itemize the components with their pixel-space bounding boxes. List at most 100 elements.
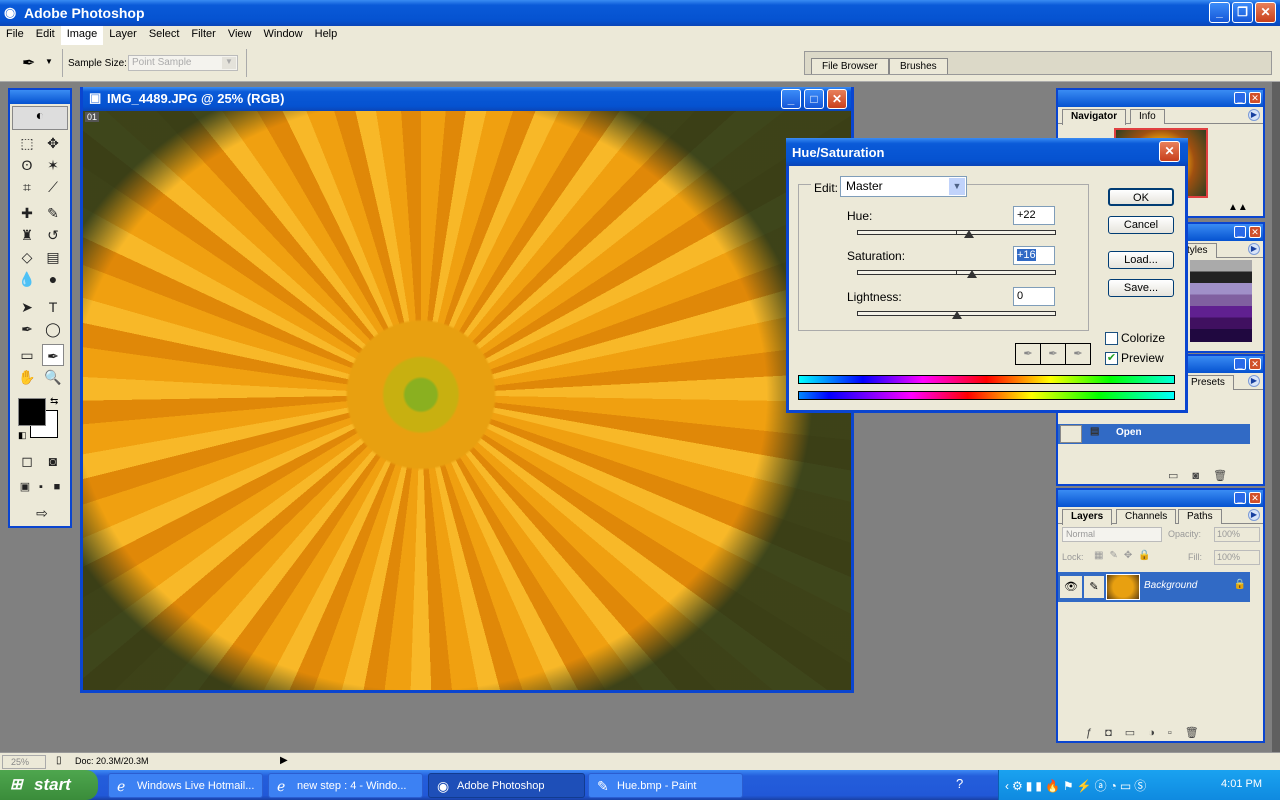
magic-wand-tool-icon[interactable]: ✶ — [42, 154, 64, 176]
edit-select[interactable]: Master ▼ — [840, 176, 967, 197]
panel-menu-button[interactable]: ▶ — [1248, 109, 1260, 121]
ok-button[interactable]: OK — [1108, 188, 1174, 206]
zoom-tool-icon[interactable]: 🔍 — [42, 366, 64, 388]
notes-tool-icon[interactable]: ▭ — [16, 344, 38, 366]
menu-view[interactable]: View — [222, 26, 258, 45]
type-tool-icon[interactable]: T — [42, 296, 64, 318]
pen-tool-icon[interactable]: ✒ — [16, 318, 38, 340]
checkmark-icon[interactable]: ✔ — [1105, 351, 1118, 365]
menu-edit[interactable]: Edit — [30, 26, 61, 45]
lightness-slider[interactable] — [857, 311, 1056, 319]
task-photoshop[interactable]: ◉ Adobe Photoshop — [428, 773, 585, 798]
panel-minimize-button[interactable]: _ — [1234, 492, 1246, 504]
swatch-grid[interactable] — [1190, 260, 1252, 342]
ellipse-tool-icon[interactable]: ◯ — [42, 318, 64, 340]
layer-set-icon[interactable]: ▭ — [1125, 727, 1148, 739]
default-colors-icon[interactable]: ◧ — [18, 430, 27, 441]
lasso-tool-icon[interactable]: ʘ — [16, 154, 38, 176]
clone-stamp-tool-icon[interactable]: ♜ — [16, 224, 38, 246]
zoom-field[interactable]: 25% — [2, 755, 46, 769]
history-brush-tool-icon[interactable]: ↺ — [42, 224, 64, 246]
menu-filter[interactable]: Filter — [185, 26, 221, 45]
adobe-online-icon[interactable]: ◐ — [12, 106, 68, 130]
lock-icons[interactable]: ▦✎✥🔒 — [1094, 550, 1157, 561]
marquee-tool-icon[interactable]: ⬚ — [16, 132, 38, 154]
doc-close-button[interactable]: ✕ — [827, 89, 847, 109]
opacity-field[interactable]: 100% — [1214, 527, 1260, 542]
saturation-input[interactable]: +16 — [1013, 246, 1055, 265]
panel-minimize-button[interactable]: _ — [1234, 358, 1246, 370]
task-new-step[interactable]: ℯ new step : 4 - Windo... — [268, 773, 423, 798]
tab-channels[interactable]: Channels — [1116, 509, 1177, 524]
eyedropper-tool-icon[interactable]: ✒ — [22, 53, 35, 73]
layer-row-background[interactable]: 👁 ✎ Background 🔒 — [1058, 572, 1250, 602]
dialog-close-button[interactable]: ✕ — [1159, 141, 1180, 162]
saturation-slider-thumb[interactable] — [967, 270, 978, 278]
load-button[interactable]: Load... — [1108, 251, 1174, 269]
menu-image[interactable]: Image — [60, 26, 104, 45]
cancel-button[interactable]: Cancel — [1108, 216, 1174, 234]
doc-maximize-button[interactable]: □ — [804, 89, 824, 109]
panel-menu-button[interactable]: ▶ — [1248, 509, 1260, 521]
layer-style-icon[interactable]: ƒ — [1086, 727, 1105, 739]
panel-close-button[interactable]: ✕ — [1249, 92, 1261, 104]
menu-select[interactable]: Select — [143, 26, 186, 45]
healing-brush-tool-icon[interactable]: ✚ — [16, 202, 38, 224]
new-layer-icon[interactable]: ▫ — [1168, 727, 1185, 739]
tray-icons[interactable]: ‹⚙▮▮🔥⚑⚡ⓐ◔▭Ⓢ — [1005, 777, 1149, 794]
tab-layers[interactable]: Layers — [1062, 509, 1113, 525]
task-hotmail[interactable]: ℯ Windows Live Hotmail... — [108, 773, 263, 798]
lightness-input[interactable]: 0 — [1013, 287, 1055, 306]
colorize-checkbox[interactable]: Colorize — [1105, 331, 1165, 345]
eyedropper-icon[interactable]: ✒ — [1016, 344, 1041, 364]
dodge-tool-icon[interactable]: ● — [42, 268, 64, 290]
zoom-in-icon[interactable]: ▲▲ — [1228, 202, 1248, 213]
sample-size-select[interactable]: Point Sample ▼ — [128, 55, 238, 71]
tool-preset-dropdown[interactable]: ▼ — [45, 57, 53, 66]
foreground-color-swatch[interactable] — [18, 398, 46, 426]
hand-tool-icon[interactable]: ✋ — [16, 366, 38, 388]
help-icon[interactable]: ? — [956, 776, 963, 791]
restore-button[interactable]: ❐ — [1232, 2, 1253, 23]
standard-mode-icon[interactable]: ◻ — [16, 450, 38, 472]
brush-link-icon[interactable]: ✎ — [1084, 576, 1104, 598]
menu-file[interactable]: File — [0, 26, 30, 45]
jump-to-imageready-icon[interactable]: ⇨ — [24, 502, 60, 524]
tab-file-browser[interactable]: File Browser — [811, 58, 889, 74]
lightness-slider-thumb[interactable] — [951, 311, 962, 319]
slice-tool-icon[interactable]: ⟋ — [42, 176, 64, 198]
panel-close-button[interactable]: ✕ — [1249, 358, 1261, 370]
swap-colors-icon[interactable]: ⇆ — [50, 396, 58, 407]
panel-menu-button[interactable]: ▶ — [1248, 375, 1260, 387]
gradient-tool-icon[interactable]: ▤ — [42, 246, 64, 268]
preview-checkbox[interactable]: ✔ Preview — [1105, 351, 1164, 365]
eye-icon[interactable]: 👁 — [1060, 576, 1082, 598]
tab-navigator[interactable]: Navigator — [1062, 109, 1127, 125]
eyedropper-plus-icon[interactable]: ✒ — [1041, 344, 1066, 364]
adjustment-layer-icon[interactable]: ◑ — [1148, 727, 1168, 739]
history-item-open[interactable]: ▤ Open — [1058, 424, 1250, 444]
panel-minimize-button[interactable]: _ — [1234, 226, 1246, 238]
crop-tool-icon[interactable]: ⌗ — [16, 176, 38, 198]
layer-mask-icon[interactable]: ◘ — [1105, 727, 1125, 739]
saturation-slider[interactable] — [857, 270, 1056, 278]
history-brush-source[interactable] — [1060, 425, 1082, 443]
start-button[interactable]: ⊞ start — [0, 770, 98, 800]
doc-minimize-button[interactable]: _ — [781, 89, 801, 109]
hue-slider[interactable] — [857, 230, 1056, 238]
panel-close-button[interactable]: ✕ — [1249, 226, 1261, 238]
hue-slider-thumb[interactable] — [963, 230, 974, 238]
minimize-button[interactable]: _ — [1209, 2, 1230, 23]
move-tool-icon[interactable]: ✥ — [42, 132, 64, 154]
tab-info[interactable]: Info — [1130, 109, 1165, 124]
trash-icon[interactable]: 🗑 — [1213, 470, 1241, 482]
screen-mode-full-icon[interactable]: ■ — [46, 476, 68, 498]
snapshot-icon[interactable]: ◙ — [1192, 470, 1213, 482]
brush-tool-icon[interactable]: ✎ — [42, 202, 64, 224]
quick-mask-mode-icon[interactable]: ◙ — [42, 450, 64, 472]
blend-mode-select[interactable]: Normal — [1062, 527, 1162, 542]
close-button[interactable]: ✕ — [1255, 2, 1276, 23]
task-paint[interactable]: ✎ Hue.bmp - Paint — [588, 773, 743, 798]
eyedropper-minus-icon[interactable]: ✒ — [1066, 344, 1090, 364]
tab-paths[interactable]: Paths — [1178, 509, 1222, 524]
